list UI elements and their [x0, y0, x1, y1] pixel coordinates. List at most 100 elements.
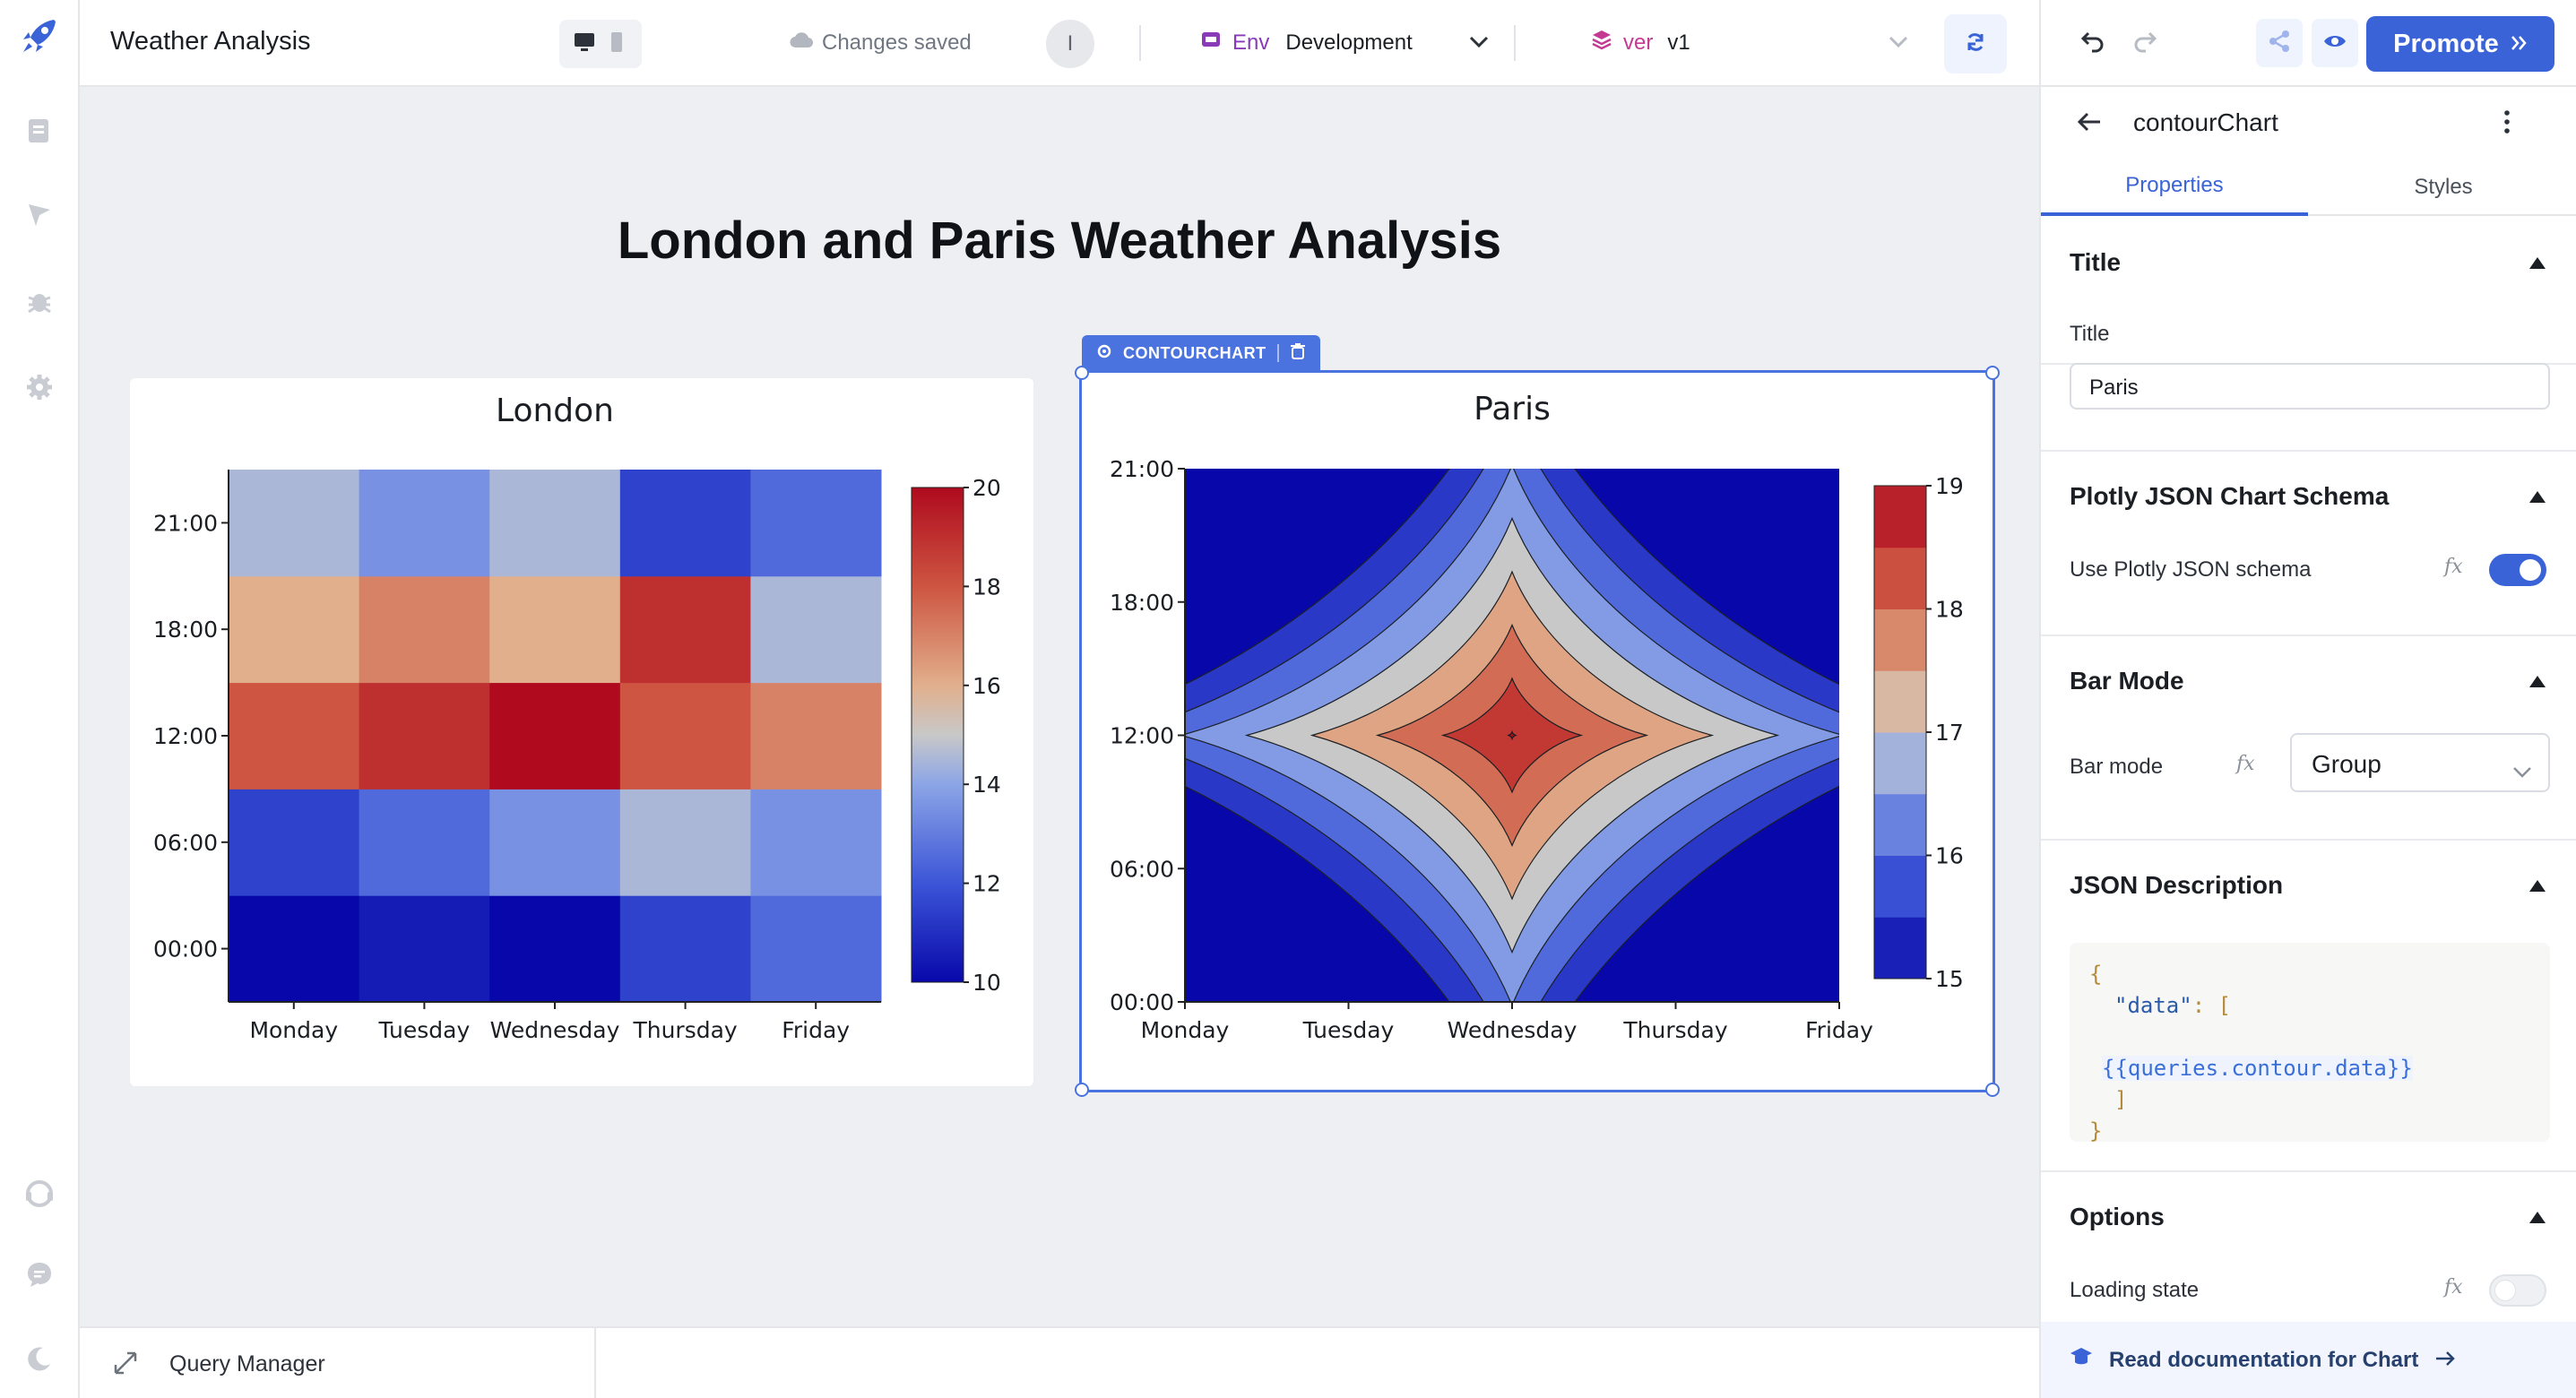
undo-icon[interactable]	[2079, 30, 2106, 57]
preview-button[interactable]	[2312, 19, 2358, 67]
section-header[interactable]: Bar Mode	[2070, 667, 2184, 695]
heatmap-cell	[359, 575, 490, 684]
promote-button[interactable]: Promote	[2366, 16, 2554, 72]
x-tick-label: Wednesday	[1448, 1017, 1578, 1043]
y-tick-label: 06:00	[153, 830, 218, 856]
colorbar-band	[1874, 732, 1926, 795]
collapse-caret-icon[interactable]	[2529, 1212, 2546, 1223]
divider	[1514, 25, 1516, 61]
resize-handle[interactable]	[1075, 1083, 1089, 1097]
more-vertical-icon[interactable]	[2503, 108, 2511, 140]
arrow-right-icon	[2434, 1348, 2456, 1373]
colorbar-tick-label: 12	[972, 871, 1001, 897]
back-arrow-icon[interactable]	[2077, 112, 2102, 136]
paris-chart[interactable]: Paris Monday Tuesday Wednesday Thursday Frida…	[1079, 370, 1995, 1092]
dark-mode-icon[interactable]	[20, 1339, 59, 1378]
component-tag[interactable]: CONTOURCHART	[1082, 335, 1320, 371]
resize-handle[interactable]	[1075, 366, 1089, 380]
top-toolbar: Weather Analysis Changes saved I Env Dev…	[80, 0, 2039, 87]
collapse-caret-icon[interactable]	[2529, 257, 2546, 269]
heatmap-cell	[619, 682, 751, 790]
sync-button[interactable]	[1944, 14, 2007, 73]
chevron-down-icon	[2512, 756, 2532, 785]
section-header[interactable]: Options	[2070, 1203, 2165, 1231]
component-tag-label: CONTOURCHART	[1123, 343, 1266, 362]
x-tick-label: Tuesday	[378, 1017, 471, 1043]
colorbar-band	[1874, 855, 1926, 918]
colorbar-tick-label: 10	[972, 970, 1001, 996]
y-tick-label: 06:00	[1110, 856, 1174, 882]
loading-state-toggle[interactable]	[2489, 1274, 2546, 1307]
promote-label: Promote	[2393, 29, 2499, 58]
inspector-header: contourChart	[2041, 87, 2576, 159]
student-icon	[2070, 1345, 2093, 1375]
query-manager-bar[interactable]: Query Manager	[80, 1326, 2039, 1398]
fx-icon[interactable]: fx	[2444, 556, 2463, 578]
y-tick-label: 18:00	[153, 617, 218, 643]
collapse-caret-icon[interactable]	[2529, 880, 2546, 892]
code-punct: : [	[2191, 993, 2232, 1018]
resize-handle[interactable]	[1985, 1083, 2000, 1097]
y-tick-label: 21:00	[153, 510, 218, 536]
queries-icon[interactable]	[20, 195, 59, 235]
environment-tag: Env	[1232, 30, 1270, 55]
colorbar-tick-label: 18	[972, 574, 1001, 600]
x-tick-label: Friday	[1805, 1017, 1873, 1043]
title-label: Title	[2070, 322, 2110, 346]
settings-icon[interactable]	[20, 367, 59, 407]
chat-support-icon[interactable]	[20, 1174, 59, 1213]
plotly-schema-toggle[interactable]	[2489, 554, 2546, 586]
heatmap-cell	[359, 895, 490, 1003]
inspect-button[interactable]: I	[1046, 20, 1094, 68]
tab-properties[interactable]: Properties	[2041, 159, 2308, 216]
colorbar-tick-label: 19	[1935, 473, 1964, 499]
plotly-schema-label: Use Plotly JSON schema	[2070, 557, 2312, 582]
bar-mode-select[interactable]: Group	[2290, 733, 2550, 792]
json-code-editor[interactable]: { "data": [ {{queries.contour.data}} ] }	[2070, 943, 2550, 1143]
colorbar-band	[1874, 486, 1926, 548]
heatmap-cell	[619, 895, 751, 1003]
collapse-caret-icon[interactable]	[2529, 491, 2546, 503]
version-selector[interactable]: ver v1	[1591, 29, 1909, 56]
london-chart[interactable]: London Monday Tuesday Wednesday Thursday Frid…	[130, 378, 1033, 1086]
chevron-down-icon	[1468, 30, 1490, 56]
fx-icon[interactable]: fx	[2444, 1276, 2463, 1299]
y-tick-label: 00:00	[1110, 989, 1174, 1015]
app-title[interactable]: Weather Analysis	[110, 27, 311, 56]
mobile-view-icon[interactable]	[605, 30, 628, 58]
section-header[interactable]: Title	[2070, 248, 2121, 277]
colorbar-tick-label: 14	[972, 772, 1001, 798]
section-header[interactable]: JSON Description	[2070, 871, 2283, 900]
documentation-link[interactable]: Read documentation for Chart	[2041, 1322, 2576, 1398]
page-title[interactable]: London and Paris Weather Analysis	[80, 211, 2039, 271]
y-tick-label: 12:00	[1110, 723, 1174, 749]
collapse-caret-icon[interactable]	[2529, 676, 2546, 687]
share-button[interactable]	[2256, 19, 2303, 67]
documentation-link-label: Read documentation for Chart	[2109, 1347, 2419, 1372]
desktop-view-icon[interactable]	[573, 30, 596, 58]
redo-icon[interactable]	[2131, 30, 2158, 57]
tab-styles[interactable]: Styles	[2310, 159, 2576, 216]
resize-handle[interactable]	[1985, 366, 2000, 380]
fx-icon[interactable]: fx	[2236, 753, 2255, 775]
heatmap-cell	[359, 470, 490, 577]
title-input[interactable]: Paris	[2070, 363, 2550, 410]
debugger-icon[interactable]	[20, 281, 59, 321]
rocket-logo-icon[interactable]	[20, 16, 59, 56]
heatmap-cell	[359, 682, 490, 790]
environment-selector[interactable]: Env Development	[1200, 29, 1490, 56]
section-header[interactable]: Plotly JSON Chart Schema	[2070, 482, 2389, 511]
heatmap-cell	[750, 895, 882, 1003]
x-tick-label: Friday	[782, 1017, 850, 1043]
pages-icon[interactable]	[20, 111, 59, 151]
version-value: v1	[1667, 30, 1690, 55]
trash-icon[interactable]	[1290, 342, 1306, 365]
heatmap-cell	[750, 575, 882, 684]
plotly-schema-section: Plotly JSON Chart Schema Use Plotly JSON…	[2041, 450, 2576, 636]
refresh-icon	[1964, 30, 1987, 58]
component-name[interactable]: contourChart	[2133, 108, 2278, 137]
heatmap-cell	[619, 789, 751, 896]
expand-icon[interactable]	[112, 1350, 139, 1381]
comments-icon[interactable]	[20, 1255, 59, 1294]
heatmap-cell	[750, 470, 882, 577]
